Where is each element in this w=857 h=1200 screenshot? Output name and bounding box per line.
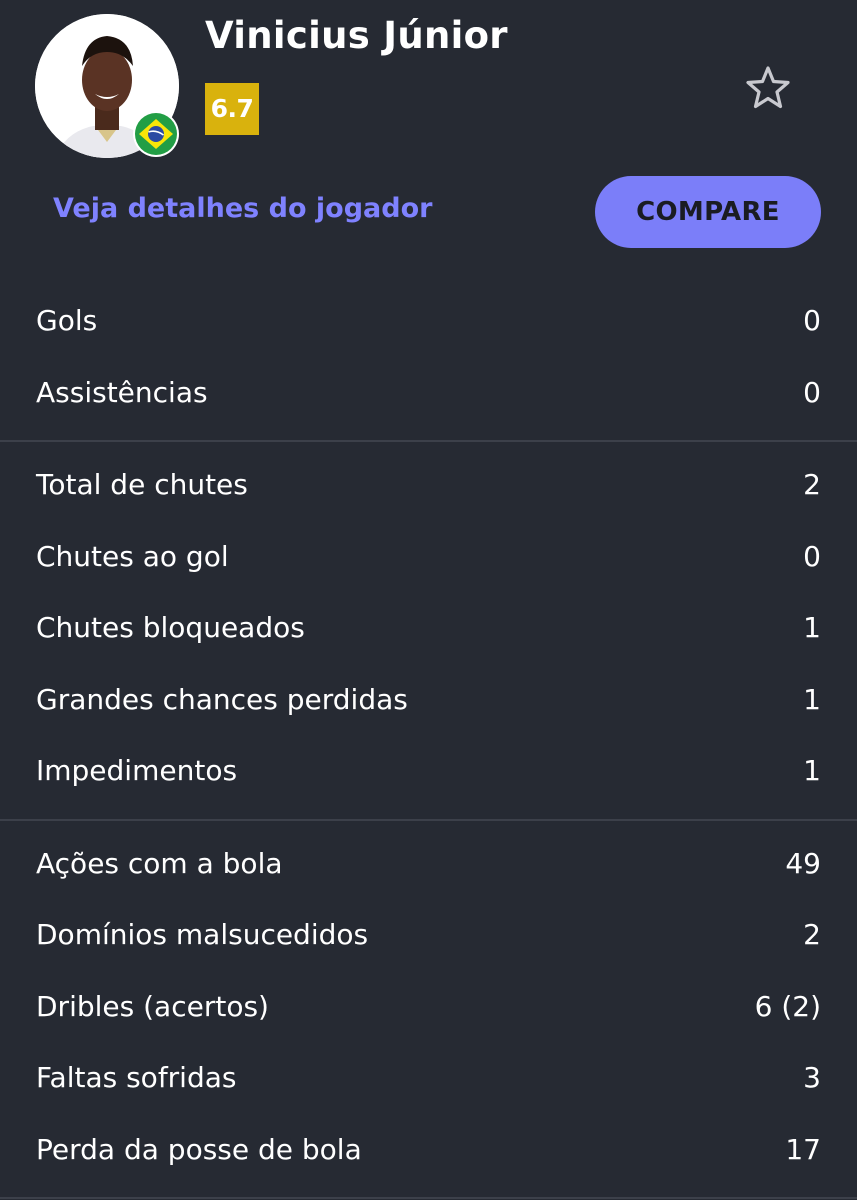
stat-value: 1	[803, 682, 821, 716]
stat-row-impedimentos: Impedimentos 1	[0, 735, 857, 807]
stat-label: Grandes chances perdidas	[36, 682, 408, 716]
stat-label: Dribles (acertos)	[36, 989, 269, 1023]
stat-row-assistencias: Assistências 0	[0, 357, 857, 429]
stat-value: 17	[785, 1132, 821, 1166]
stat-label: Perda da posse de bola	[36, 1132, 362, 1166]
player-details-link[interactable]: Veja detalhes do jogador	[53, 193, 432, 224]
stat-value: 0	[803, 539, 821, 573]
stat-value: 49	[785, 846, 821, 880]
stats-list: Gols 0 Assistências 0 Total de chutes 2 …	[0, 285, 857, 1199]
stats-group-ball-actions: Ações com a bola 49 Domínios malsucedido…	[0, 821, 857, 1199]
stat-label: Total de chutes	[36, 468, 248, 502]
compare-button-label: COMPARE	[636, 197, 780, 227]
player-name: Vinicius Júnior	[205, 14, 508, 57]
stats-group-scoring: Gols 0 Assistências 0	[0, 285, 857, 442]
stat-row-dribles: Dribles (acertos) 6 (2)	[0, 971, 857, 1043]
stats-group-shots: Total de chutes 2 Chutes ao gol 0 Chutes…	[0, 442, 857, 821]
stat-row-faltas-sofridas: Faltas sofridas 3	[0, 1042, 857, 1114]
stat-label: Faltas sofridas	[36, 1061, 237, 1095]
stat-label: Gols	[36, 304, 98, 338]
stat-label: Assistências	[36, 375, 208, 409]
player-header: Vinicius Júnior 6.7 Veja detalhes do jog…	[0, 0, 857, 285]
stat-row-gols: Gols 0	[0, 285, 857, 357]
stat-row-dominios-malsucedidos: Domínios malsucedidos 2	[0, 899, 857, 971]
stat-label: Domínios malsucedidos	[36, 918, 369, 952]
stat-label: Ações com a bola	[36, 846, 283, 880]
stat-row-chutes-bloqueados: Chutes bloqueados 1	[0, 592, 857, 664]
stat-row-chutes-ao-gol: Chutes ao gol 0	[0, 521, 857, 593]
stat-label: Chutes bloqueados	[36, 611, 305, 645]
stat-value: 3	[803, 1061, 821, 1095]
stat-row-total-de-chutes: Total de chutes 2	[0, 449, 857, 521]
rating-badge: 6.7	[205, 83, 259, 135]
stat-row-acoes-com-a-bola: Ações com a bola 49	[0, 828, 857, 900]
stat-value: 1	[803, 611, 821, 645]
compare-button[interactable]: COMPARE	[595, 176, 821, 248]
stat-value: 0	[803, 304, 821, 338]
stat-value: 0	[803, 375, 821, 409]
star-icon[interactable]	[744, 64, 792, 112]
stat-label: Impedimentos	[36, 754, 238, 788]
stat-row-grandes-chances-perdidas: Grandes chances perdidas 1	[0, 664, 857, 736]
stat-value: 2	[803, 468, 821, 502]
stat-value: 1	[803, 754, 821, 788]
stat-value: 2	[803, 918, 821, 952]
brazil-flag-icon	[133, 111, 179, 157]
stat-label: Chutes ao gol	[36, 539, 229, 573]
stat-value: 6 (2)	[754, 989, 821, 1023]
stat-row-perda-da-posse: Perda da posse de bola 17	[0, 1114, 857, 1186]
